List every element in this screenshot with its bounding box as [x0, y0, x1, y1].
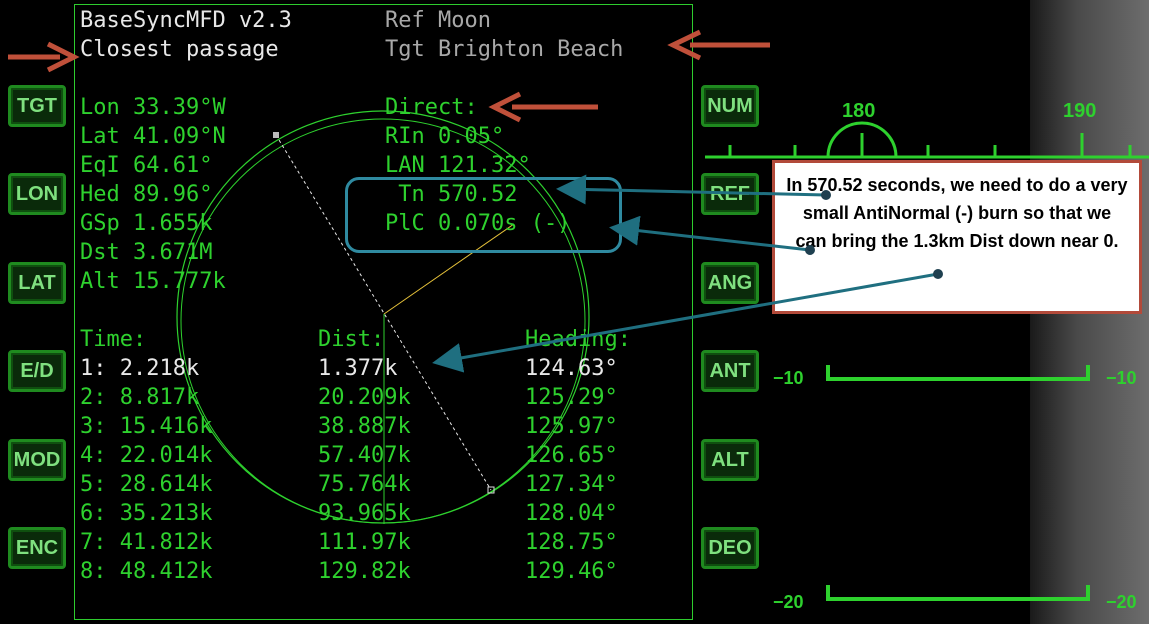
teal-arrow-tn	[556, 174, 831, 205]
red-arrow-direct	[488, 91, 598, 123]
red-arrow-left	[8, 41, 80, 73]
teal-arrow-dist	[432, 269, 943, 373]
red-arrow-target	[667, 29, 770, 61]
teal-arrow-plc	[609, 215, 815, 255]
annotation-arrows	[8, 29, 943, 373]
